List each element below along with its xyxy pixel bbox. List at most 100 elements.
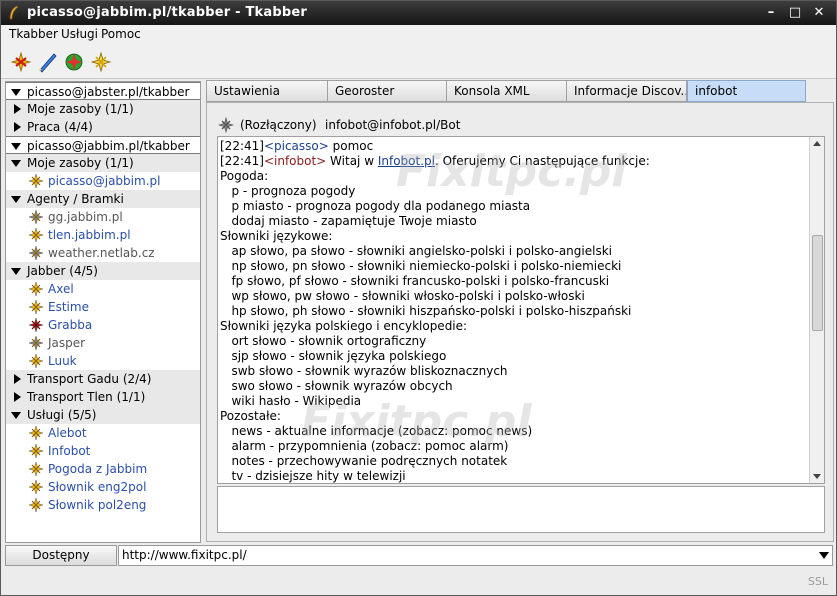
expanded-arrow-icon[interactable] (11, 89, 21, 96)
roster-label: Jasper (48, 336, 86, 350)
tab-informacje-discovery[interactable]: Informacje Discov... (566, 80, 687, 102)
log-line: Słowniki języka polskiego i encyklopedie… (220, 319, 468, 333)
roster-group[interactable]: Agenty / Bramki (6, 190, 200, 208)
status-icon[interactable] (90, 51, 112, 73)
roster-contact[interactable]: gg.jabbim.pl (6, 208, 200, 226)
roster-contact[interactable]: Pogoda z Jabbim (6, 460, 200, 478)
title-bar[interactable]: picasso@jabbim.pl/tkabber - Tkabber – □ … (1, 1, 836, 25)
maximize-button[interactable]: □ (786, 4, 804, 22)
log-line: wp słowo, pw słowo - słowniki włosko-pol… (220, 289, 585, 303)
scroll-down-icon[interactable] (813, 474, 821, 479)
status-star-icon (28, 497, 44, 513)
tab-label: Georoster (335, 84, 395, 98)
status-star-icon (28, 479, 44, 495)
status-star-icon (28, 353, 44, 369)
message-nick: <infobot> (263, 154, 327, 168)
log-line: fp słowo, pf słowo - słowniki francusko-… (220, 274, 610, 288)
roster-contact[interactable]: picasso@jabbim.pl (6, 172, 200, 190)
status-star-icon (28, 335, 44, 351)
log-line: p - prognoza pogody (220, 184, 356, 198)
window-title: picasso@jabbim.pl/tkabber - Tkabber (27, 5, 307, 20)
offline-status-icon (218, 117, 234, 133)
send-message-icon[interactable] (36, 51, 58, 73)
log-line: np słowo, pn słowo - słowniki niemiecko-… (220, 259, 622, 273)
roster-label: Transport Gadu (2/4) (27, 372, 152, 386)
expanded-arrow-icon[interactable] (11, 160, 21, 167)
chevron-down-icon[interactable] (819, 552, 829, 559)
feather-icon (9, 5, 19, 20)
log-line: hp słowo, ph słowo - słowniki hiszpańsko… (220, 304, 632, 318)
collapsed-arrow-icon[interactable] (14, 374, 21, 384)
roster-group[interactable]: Transport Tlen (1/1) (6, 388, 200, 406)
log-line: notes - przechowywanie podręcznych notat… (220, 454, 508, 468)
collapsed-arrow-icon[interactable] (14, 392, 21, 402)
roster-group[interactable]: Jabber (4/5) (6, 262, 200, 280)
roster-contact[interactable]: weather.netlab.cz (6, 244, 200, 262)
tab-infobot[interactable]: infobot (687, 80, 806, 102)
presence-button[interactable]: Dostępny (5, 545, 117, 566)
roster-group[interactable]: Praca (4/4) (6, 118, 200, 136)
tab-konsola-xml[interactable]: Konsola XML (446, 80, 567, 102)
status-star-icon (28, 443, 44, 459)
tab-ustawienia[interactable]: Ustawienia (206, 80, 328, 102)
chat-scrollbar[interactable] (809, 137, 824, 483)
roster-group[interactable]: Moje zasoby (1/1) (6, 154, 200, 172)
expanded-arrow-icon[interactable] (11, 412, 21, 419)
menu-pomoc[interactable]: Pomoc (101, 27, 141, 41)
roster-contact[interactable]: tlen.jabbim.pl (6, 226, 200, 244)
minimize-button[interactable]: – (762, 4, 780, 22)
scroll-up-icon[interactable] (813, 141, 821, 146)
roster-contact[interactable]: Alebot (6, 424, 200, 442)
chat-status: (Rozłączony) (240, 118, 317, 132)
roster-label: tlen.jabbim.pl (48, 228, 131, 242)
expanded-arrow-icon[interactable] (11, 196, 21, 203)
collapsed-arrow-icon[interactable] (14, 122, 21, 132)
collapsed-arrow-icon[interactable] (14, 104, 21, 114)
chat-jid: infobot@infobot.pl/Bot (325, 118, 461, 132)
close-button[interactable]: ✕ (810, 4, 828, 22)
connect-icon[interactable] (10, 51, 32, 73)
scroll-thumb[interactable] (812, 235, 823, 331)
expanded-arrow-icon[interactable] (11, 268, 21, 275)
tab-georoster[interactable]: Georoster (327, 80, 447, 102)
message-input[interactable] (217, 486, 825, 533)
roster-label: Słownik pol2eng (48, 498, 147, 512)
roster-group[interactable]: Usługi (5/5) (6, 406, 200, 424)
roster-contact[interactable]: Jasper (6, 334, 200, 352)
log-line: p miasto - prognoza pogody dla podanego … (220, 199, 531, 213)
roster-group[interactable]: Moje zasoby (1/1) (6, 100, 200, 118)
roster-account[interactable]: picasso@jabster.pl/tkabber (6, 82, 200, 100)
roster-contact[interactable]: Infobot (6, 442, 200, 460)
log-line: Pozostałe: (220, 409, 281, 423)
watermark: Fixitpc.pl (396, 146, 627, 197)
menu-uslugi[interactable]: Usługi (61, 27, 98, 41)
log-line: tv - dzisiejsze hity w telewizji (220, 469, 406, 483)
roster-label: Moje zasoby (1/1) (27, 156, 134, 170)
roster-contact[interactable]: Luuk (6, 352, 200, 370)
roster-contact[interactable]: Grabba (6, 316, 200, 334)
url-field[interactable]: http://www.fixitpc.pl/ (118, 545, 833, 566)
ssl-indicator: SSL (807, 575, 828, 588)
roster-contact[interactable]: Słownik eng2pol (6, 478, 200, 496)
roster-label: Usługi (5/5) (27, 408, 97, 422)
status-star-icon (28, 425, 44, 441)
roster-group[interactable]: Transport Gadu (2/4) (6, 370, 200, 388)
roster-panel[interactable]: picasso@jabster.pl/tkabber Moje zasoby (1… (5, 81, 201, 543)
add-contact-icon[interactable] (63, 51, 85, 73)
log-message: [22:41]<picasso> pomoc (220, 139, 373, 153)
menu-tkabber[interactable]: Tkabber (9, 27, 58, 41)
roster-contact[interactable]: Słownik pol2eng (6, 496, 200, 514)
app-window: picasso@jabbim.pl/tkabber - Tkabber – □ … (0, 0, 837, 596)
roster-label: Luuk (48, 354, 77, 368)
roster-account[interactable]: picasso@jabbim.pl/tkabber (6, 136, 200, 154)
status-star-icon (28, 461, 44, 477)
roster-label: Grabba (48, 318, 93, 332)
roster-label: Transport Tlen (1/1) (27, 390, 146, 404)
roster-contact[interactable]: Estime (6, 298, 200, 316)
log-line: Słowniki językowe: (220, 229, 333, 243)
message-nick: <picasso> (263, 139, 329, 153)
roster-contact[interactable]: Axel (6, 280, 200, 298)
log-line: ort słowo - słownik ortograficzny (220, 334, 427, 348)
roster-label: Infobot (48, 444, 91, 458)
expanded-arrow-icon[interactable] (11, 143, 21, 150)
